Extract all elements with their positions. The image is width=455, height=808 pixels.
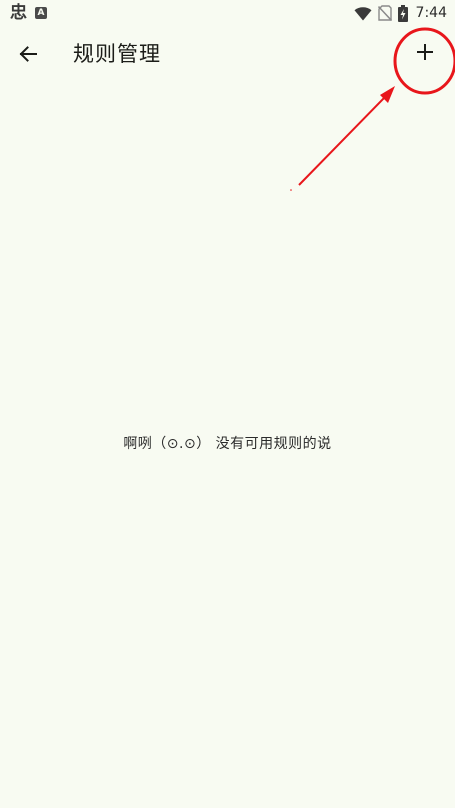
annotation-overlay <box>290 27 455 191</box>
add-rule-button[interactable] <box>403 28 447 76</box>
annotation-dot <box>290 189 292 191</box>
arrow-left-icon <box>19 46 37 62</box>
annotation-arrow-line <box>298 96 386 186</box>
status-bar-right: 7:44 <box>354 3 447 23</box>
back-button[interactable] <box>8 30 48 78</box>
empty-state-message: 啊咧（⊙.⊙） 没有可用规则的说 <box>123 436 332 452</box>
app-notification-icon: 忠 <box>10 3 27 23</box>
app-bar: 规则管理 <box>0 26 455 82</box>
status-time: 7:44 <box>415 5 447 21</box>
plus-icon <box>417 44 433 60</box>
status-bar: 忠 A 7:44 <box>0 0 455 26</box>
wifi-icon <box>354 6 372 20</box>
page-title: 规则管理 <box>73 42 161 66</box>
status-bar-left: 忠 A <box>10 3 47 23</box>
no-sim-icon <box>377 5 392 21</box>
screen: 忠 A 7:44 规则管理 啊咧（⊙.⊙） 没有可用规则的说 <box>0 0 455 808</box>
a-badge-icon: A <box>35 7 47 19</box>
battery-charging-icon <box>397 4 408 22</box>
annotation-arrow-head <box>380 86 395 103</box>
